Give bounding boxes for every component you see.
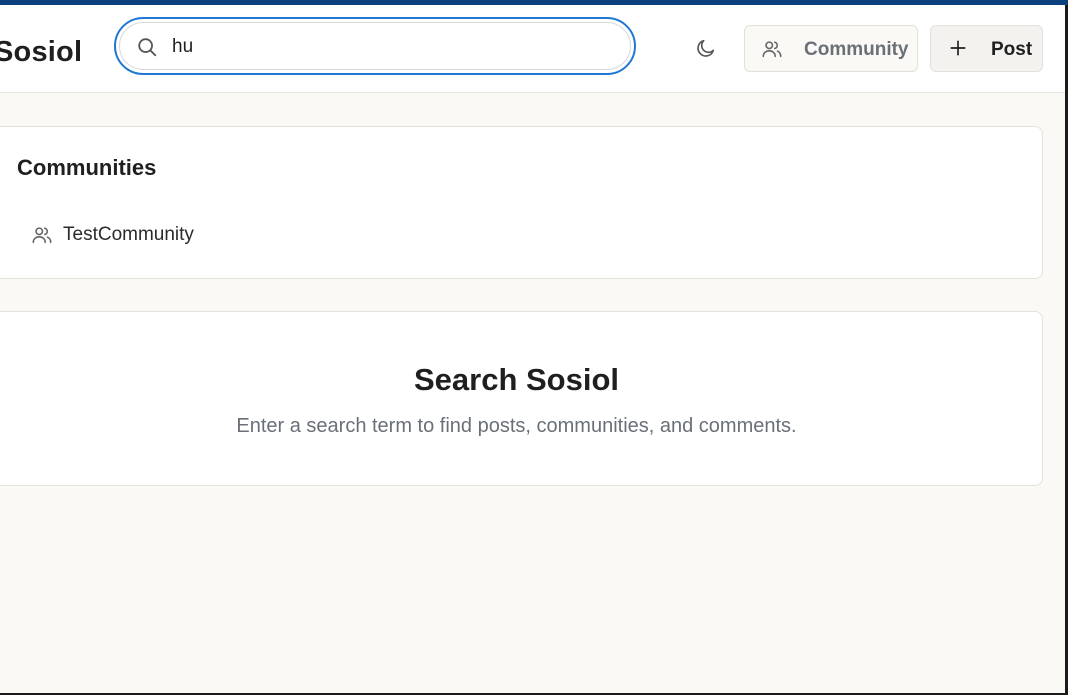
search-icon — [136, 36, 158, 58]
search-bar[interactable] — [114, 17, 636, 75]
empty-state-title: Search Sosiol — [413, 362, 620, 397]
community-button-label: Community — [804, 39, 909, 60]
community-button[interactable]: Community — [744, 25, 918, 72]
communities-results-card: Communities TestCommunity — [0, 126, 1043, 279]
top-header: Sosiol Community — [0, 5, 1065, 93]
moon-icon — [695, 37, 717, 64]
communities-heading: Communities — [17, 155, 157, 180]
community-result-item[interactable]: TestCommunity — [31, 221, 194, 249]
empty-state-subtitle: Enter a search term to find posts, commu… — [236, 415, 797, 437]
new-post-button-label: Post — [991, 39, 1033, 60]
theme-toggle-button[interactable] — [688, 32, 724, 68]
users-icon — [31, 224, 53, 246]
community-result-label: TestCommunity — [63, 224, 194, 245]
brand-logo-text[interactable]: Sosiol — [0, 36, 82, 68]
new-post-button[interactable]: Post — [930, 25, 1043, 72]
search-input[interactable] — [172, 29, 612, 65]
plus-icon — [948, 38, 968, 58]
users-icon — [761, 38, 783, 60]
search-empty-state-card: Search Sosiol Enter a search term to fin… — [0, 311, 1043, 486]
